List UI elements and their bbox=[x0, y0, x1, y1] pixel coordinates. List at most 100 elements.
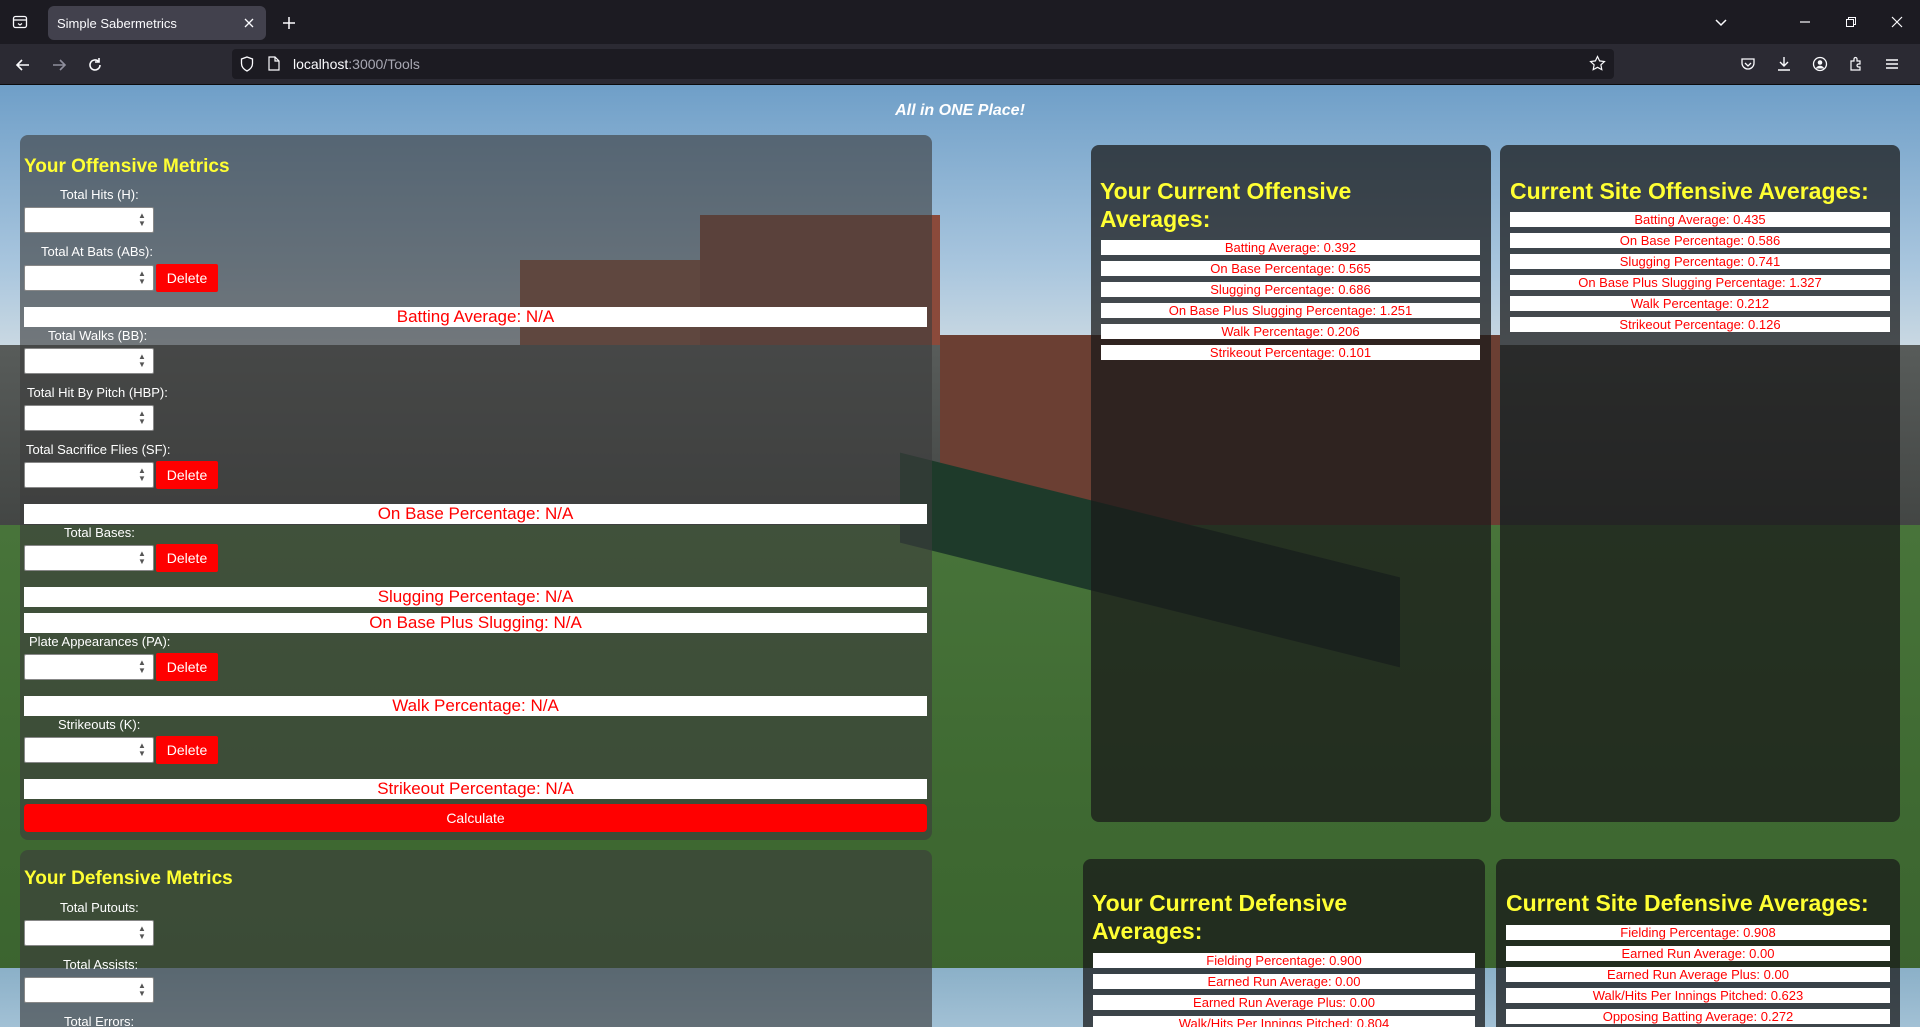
avg-row: Strikeout Percentage: 0.101 bbox=[1101, 345, 1480, 360]
close-window-icon[interactable] bbox=[1874, 0, 1920, 44]
delete-plate-appearances-button[interactable]: Delete bbox=[156, 653, 218, 681]
at-bats-label: Total At Bats (ABs): bbox=[41, 244, 153, 259]
spinner-arrows-icon[interactable]: ▲ ▼ bbox=[135, 658, 149, 676]
avg-row: Slugging Percentage: 0.686 bbox=[1101, 282, 1480, 297]
window-controls bbox=[1782, 0, 1920, 44]
avg-row: Earned Run Average Plus: 0.00 bbox=[1093, 995, 1475, 1010]
ops-result: On Base Plus Slugging: N/A bbox=[24, 613, 927, 633]
spinner-arrows-icon[interactable]: ▲ ▼ bbox=[135, 741, 149, 759]
delete-sacrifice-flies-button[interactable]: Delete bbox=[156, 461, 218, 489]
url-bar[interactable]: localhost:3000/Tools bbox=[232, 49, 1614, 79]
avg-row: Earned Run Average: 0.00 bbox=[1506, 946, 1890, 961]
page-tagline: All in ONE Place! bbox=[895, 102, 1025, 119]
hits-label: Total Hits (H): bbox=[60, 187, 139, 202]
hits-input[interactable]: ▲ ▼ bbox=[24, 207, 154, 233]
at-bats-input[interactable]: ▲ ▼ bbox=[24, 265, 154, 291]
on-base-percentage-result: On Base Percentage: N/A bbox=[24, 504, 927, 524]
putouts-input[interactable]: ▲ ▼ bbox=[24, 920, 154, 946]
delete-strikeouts-button[interactable]: Delete bbox=[156, 736, 218, 764]
assists-input[interactable]: ▲ ▼ bbox=[24, 977, 154, 1003]
hbp-label: Total Hit By Pitch (HBP): bbox=[27, 385, 168, 400]
avg-row: Walk/Hits Per Innings Pitched: 0.623 bbox=[1506, 988, 1890, 1003]
avg-row: On Base Percentage: 0.565 bbox=[1101, 261, 1480, 276]
walks-label: Total Walks (BB): bbox=[48, 328, 148, 343]
plate-appearances-label: Plate Appearances (PA): bbox=[29, 634, 171, 649]
avg-row: Batting Average: 0.435 bbox=[1510, 212, 1890, 227]
avg-row: On Base Plus Slugging Percentage: 1.327 bbox=[1510, 275, 1890, 290]
account-icon[interactable] bbox=[1802, 44, 1838, 84]
avg-row: Walk/Hits Per Innings Pitched: 0.804 bbox=[1093, 1016, 1475, 1027]
avg-row: Opposing Batting Average: 0.272 bbox=[1506, 1009, 1890, 1024]
your-offensive-averages-heading: Your Current Offensive Averages: bbox=[1100, 178, 1352, 232]
page-icon bbox=[268, 56, 280, 76]
spinner-arrows-icon[interactable]: ▲ ▼ bbox=[135, 924, 149, 942]
assists-label: Total Assists: bbox=[63, 957, 139, 972]
shield-icon[interactable] bbox=[240, 56, 254, 77]
toolbar-icons bbox=[1730, 44, 1920, 84]
site-defensive-averages-heading: Current Site Defensive Averages: bbox=[1506, 890, 1869, 916]
batting-average-result: Batting Average: N/A bbox=[24, 307, 927, 327]
avg-row: On Base Percentage: 0.586 bbox=[1510, 233, 1890, 248]
sacrifice-flies-input[interactable]: ▲ ▼ bbox=[24, 462, 154, 488]
avg-row: Fielding Percentage: 0.900 bbox=[1093, 953, 1475, 968]
errors-label: Total Errors: bbox=[64, 1014, 135, 1027]
avg-row: Strikeout Percentage: 0.126 bbox=[1510, 317, 1890, 332]
tab-simple-sabermetrics[interactable]: Simple Sabermetrics bbox=[48, 6, 266, 40]
avg-row: Fielding Percentage: 0.908 bbox=[1506, 925, 1890, 940]
spinner-arrows-icon[interactable]: ▲ ▼ bbox=[135, 409, 149, 427]
spinner-arrows-icon[interactable]: ▲ ▼ bbox=[135, 549, 149, 567]
site-offensive-averages-heading: Current Site Offensive Averages: bbox=[1510, 178, 1869, 204]
download-icon[interactable] bbox=[1766, 44, 1802, 84]
avg-row: Walk Percentage: 0.206 bbox=[1101, 324, 1480, 339]
url-path: :3000/Tools bbox=[348, 56, 420, 72]
sacrifice-flies-label: Total Sacrifice Flies (SF): bbox=[26, 442, 171, 457]
bookmark-star-icon[interactable] bbox=[1589, 55, 1606, 77]
spinner-arrows-icon[interactable]: ▲ ▼ bbox=[135, 269, 149, 287]
tab-list-icon[interactable] bbox=[8, 10, 32, 34]
total-bases-label: Total Bases: bbox=[64, 525, 135, 540]
browser-tab-bar: Simple Sabermetrics bbox=[0, 0, 1920, 44]
avg-row: Walk Percentage: 0.212 bbox=[1510, 296, 1890, 311]
defensive-metrics-heading: Your Defensive Metrics bbox=[24, 868, 233, 889]
avg-row: Earned Run Average: 0.00 bbox=[1093, 974, 1475, 989]
close-icon[interactable] bbox=[240, 14, 258, 32]
url-text: localhost:3000/Tools bbox=[293, 56, 420, 72]
total-bases-input[interactable]: ▲ ▼ bbox=[24, 545, 154, 571]
delete-total-bases-button[interactable]: Delete bbox=[156, 544, 218, 572]
extensions-icon[interactable] bbox=[1838, 44, 1874, 84]
calculate-button[interactable]: Calculate bbox=[24, 804, 927, 832]
delete-at-bats-button[interactable]: Delete bbox=[156, 264, 218, 292]
pocket-icon[interactable] bbox=[1730, 44, 1766, 84]
offensive-metrics-heading: Your Offensive Metrics bbox=[24, 156, 230, 177]
strikeouts-label: Strikeouts (K): bbox=[58, 717, 141, 732]
avg-row: On Base Plus Slugging Percentage: 1.251 bbox=[1101, 303, 1480, 318]
browser-nav-bar: localhost:3000/Tools bbox=[0, 44, 1920, 84]
spinner-arrows-icon[interactable]: ▲ ▼ bbox=[135, 981, 149, 999]
strikeouts-input[interactable]: ▲ ▼ bbox=[24, 737, 154, 763]
spinner-arrows-icon[interactable]: ▲ ▼ bbox=[135, 466, 149, 484]
new-tab-icon[interactable] bbox=[278, 12, 300, 34]
restore-icon[interactable] bbox=[1828, 0, 1874, 44]
your-defensive-averages-heading: Your Current Defensive Averages: bbox=[1092, 890, 1348, 944]
url-host: localhost bbox=[293, 56, 349, 72]
avg-row: Slugging Percentage: 0.741 bbox=[1510, 254, 1890, 269]
putouts-label: Total Putouts: bbox=[60, 900, 139, 915]
strikeout-percentage-result: Strikeout Percentage: N/A bbox=[24, 779, 927, 799]
minimize-icon[interactable] bbox=[1782, 0, 1828, 44]
chevron-down-icon[interactable] bbox=[1708, 10, 1734, 34]
page-content: All in ONE Place! Your Offensive Metrics… bbox=[0, 85, 1920, 1027]
forward-arrow-icon[interactable] bbox=[46, 52, 72, 78]
spinner-arrows-icon[interactable]: ▲ ▼ bbox=[135, 211, 149, 229]
menu-icon[interactable] bbox=[1874, 44, 1910, 84]
walks-input[interactable]: ▲ ▼ bbox=[24, 348, 154, 374]
tab-title: Simple Sabermetrics bbox=[57, 16, 177, 31]
plate-appearances-input[interactable]: ▲ ▼ bbox=[24, 654, 154, 680]
avg-row: Batting Average: 0.392 bbox=[1101, 240, 1480, 255]
back-arrow-icon[interactable] bbox=[10, 52, 36, 78]
avg-row: Earned Run Average Plus: 0.00 bbox=[1506, 967, 1890, 982]
spinner-arrows-icon[interactable]: ▲ ▼ bbox=[135, 352, 149, 370]
hbp-input[interactable]: ▲ ▼ bbox=[24, 405, 154, 431]
reload-icon[interactable] bbox=[82, 52, 108, 78]
slugging-percentage-result: Slugging Percentage: N/A bbox=[24, 587, 927, 607]
walk-percentage-result: Walk Percentage: N/A bbox=[24, 696, 927, 716]
